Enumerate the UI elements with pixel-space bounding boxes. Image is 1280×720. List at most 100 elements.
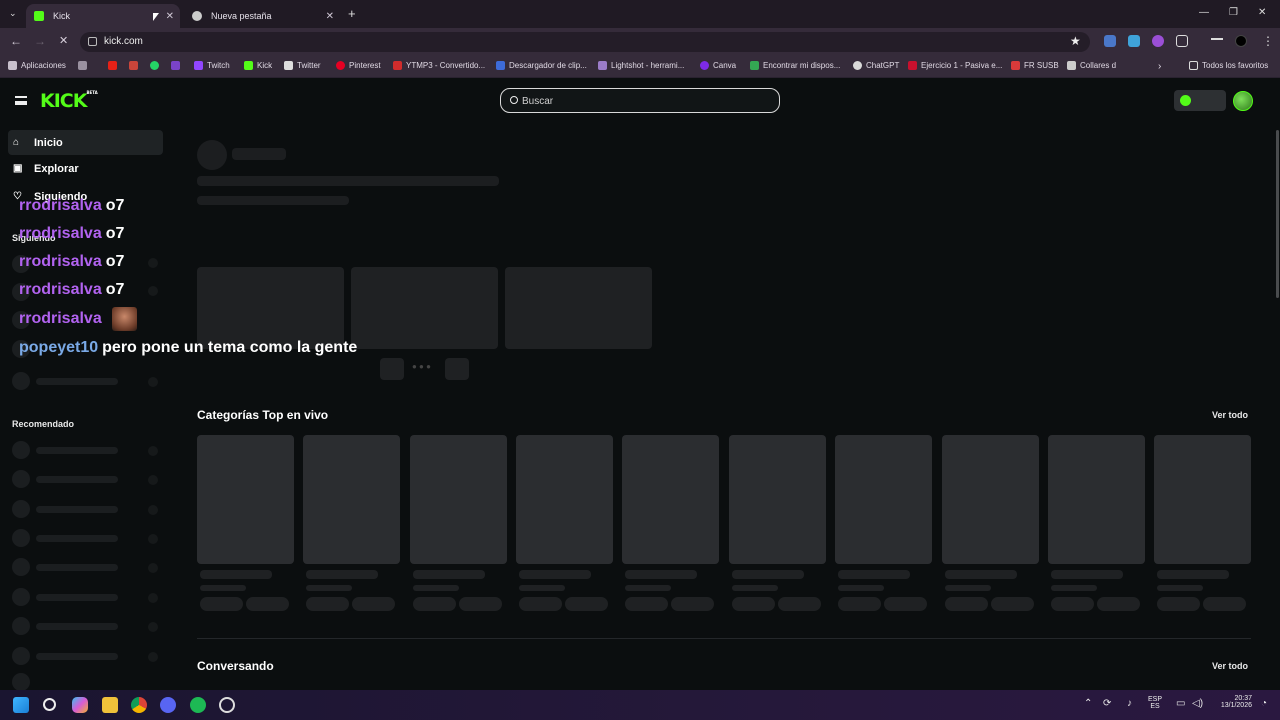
stop-loading-icon[interactable]: ✕	[59, 34, 68, 47]
back-arrow-icon[interactable]: ←	[10, 34, 22, 48]
chat-message: rrodrisalva	[19, 310, 106, 328]
minimize-icon[interactable]: —	[1199, 7, 1209, 18]
category-card-skeleton[interactable]	[1154, 435, 1251, 564]
network-icon[interactable]: ▭	[1176, 698, 1185, 709]
media-controls-icon[interactable]	[1211, 38, 1223, 46]
sync-icon[interactable]: ⟳	[1103, 698, 1111, 709]
bookmark-star-icon[interactable]: ★	[1070, 34, 1081, 48]
bookmark-ytmp3[interactable]: YTMP3 - Convertido...	[393, 61, 485, 70]
bookmark-youtube-icon[interactable]	[108, 61, 121, 70]
bookmark-kick[interactable]: Kick	[244, 61, 272, 70]
category-card-skeleton[interactable]	[622, 435, 719, 564]
user-avatar[interactable]	[1233, 91, 1253, 111]
hamburger-menu-icon[interactable]	[15, 96, 27, 105]
bookmark-collares[interactable]: Collares d	[1067, 61, 1116, 70]
bookmark-fr-susb[interactable]: FR SUSB	[1011, 61, 1059, 70]
tray-chevron-icon[interactable]: ⌃	[1084, 698, 1092, 709]
user-menu-pill[interactable]	[1174, 90, 1226, 111]
system-clock[interactable]: 20:37 13/1/2026	[1206, 695, 1252, 709]
category-viewers-skeleton	[625, 585, 671, 591]
category-card-skeleton[interactable]	[729, 435, 826, 564]
notification-bell-icon[interactable]: ◔	[1261, 698, 1267, 709]
bookmark-label: Encontrar mi dispos...	[763, 61, 841, 70]
spotify-icon[interactable]	[190, 697, 206, 713]
featured-thumb-skeleton	[197, 267, 344, 349]
category-card-skeleton[interactable]	[516, 435, 613, 564]
chat-message: rrodrisalva o7	[19, 281, 124, 299]
bookmark-ejercicio[interactable]: Ejercicio 1 - Pasiva e...	[908, 61, 1002, 70]
close-tab-icon[interactable]: ✕	[326, 11, 334, 22]
category-tag-skeleton	[1051, 597, 1094, 611]
address-bar[interactable]: kick.com ★	[80, 32, 1090, 52]
category-card-skeleton[interactable]	[303, 435, 400, 564]
bookmark-twitter[interactable]: Twitter	[284, 61, 321, 70]
bookmark-pinterest[interactable]: Pinterest	[336, 61, 381, 70]
page-scrollbar-thumb[interactable]	[1276, 130, 1279, 298]
channel-skeleton-name	[36, 506, 118, 513]
tab-new-tab[interactable]: Nueva pestaña ✕	[184, 4, 340, 28]
extension-icon[interactable]	[1152, 35, 1164, 47]
channel-skeleton-name	[36, 378, 118, 385]
category-card-skeleton[interactable]	[942, 435, 1039, 564]
tab-search-icon[interactable]: ⌄	[9, 8, 17, 19]
carousel-next-button[interactable]	[445, 358, 469, 380]
browser-menu-icon[interactable]: ⋮	[1262, 34, 1274, 48]
file-explorer-icon[interactable]	[102, 697, 118, 713]
carousel-prev-button[interactable]	[380, 358, 404, 380]
kick-logo[interactable]: KICKBETA	[40, 90, 98, 112]
copilot-icon[interactable]	[72, 697, 88, 713]
search-icon[interactable]	[43, 698, 56, 711]
microphone-icon[interactable]: ♪	[1127, 698, 1132, 709]
bookmark-chatgpt[interactable]: ChatGPT	[853, 61, 899, 70]
category-tag-skeleton	[671, 597, 714, 611]
category-card-skeleton[interactable]	[197, 435, 294, 564]
category-card-skeleton[interactable]	[835, 435, 932, 564]
input-language[interactable]: ESP ES	[1146, 696, 1164, 710]
search-input[interactable]	[522, 93, 762, 109]
extensions-puzzle-icon[interactable]	[1176, 35, 1188, 47]
site-info-icon[interactable]	[88, 37, 97, 46]
bookmarks-overflow-chevron-icon[interactable]: ›	[1158, 61, 1161, 72]
chat-username: rrodrisalva	[19, 310, 102, 327]
search-bar[interactable]	[500, 88, 780, 113]
new-tab-plus-icon[interactable]: +	[348, 6, 356, 21]
channel-skeleton-name	[36, 623, 118, 630]
nav-inicio[interactable]: ⌂ Inicio	[8, 130, 163, 155]
category-card-skeleton[interactable]	[410, 435, 507, 564]
bookmark-whatsapp-icon[interactable]	[150, 61, 163, 70]
bookmark-mastodon-icon[interactable]	[171, 61, 184, 70]
channel-skeleton-dot	[148, 258, 158, 268]
bookmark-canva[interactable]: Canva	[700, 61, 736, 70]
close-tab-icon[interactable]: ✕	[166, 11, 174, 22]
discord-icon[interactable]	[160, 697, 176, 713]
chat-text: o7	[105, 281, 125, 298]
category-card-skeleton[interactable]	[1048, 435, 1145, 564]
forward-arrow-icon[interactable]: →	[34, 34, 46, 48]
channel-skeleton-dot	[148, 563, 158, 573]
chrome-icon[interactable]	[131, 697, 147, 713]
extension-icon[interactable]	[1128, 35, 1140, 47]
channel-skeleton-avatar	[12, 617, 30, 635]
obs-icon[interactable]	[219, 697, 235, 713]
bookmark-twitch[interactable]: Twitch	[194, 61, 230, 70]
profile-avatar-icon[interactable]	[1235, 35, 1247, 47]
bookmark-clip-downloader[interactable]: Descargador de clip...	[496, 61, 587, 70]
maximize-icon[interactable]: ❐	[1229, 7, 1238, 18]
translate-extension-icon[interactable]	[1104, 35, 1116, 47]
channel-skeleton-avatar	[12, 470, 30, 488]
bookmark-find-device[interactable]: Encontrar mi dispos...	[750, 61, 840, 70]
bookmark-lightshot[interactable]: Lightshot - herrami...	[598, 61, 684, 70]
windows-start-icon[interactable]	[13, 697, 29, 713]
bookmark-all-favorites[interactable]: Todos los favoritos	[1189, 61, 1268, 70]
bookmark-gmail-icon[interactable]	[129, 61, 142, 70]
ver-todo-link[interactable]: Ver todo	[1212, 661, 1248, 671]
close-window-icon[interactable]: ✕	[1258, 7, 1266, 18]
nav-explorar[interactable]: ▣ Explorar	[8, 156, 163, 181]
category-viewers-skeleton	[945, 585, 991, 591]
volume-icon[interactable]: ◁)	[1192, 698, 1203, 709]
category-tag-skeleton	[459, 597, 502, 611]
bookmark-grid-icon[interactable]	[78, 61, 91, 70]
bookmark-label: Collares d	[1080, 61, 1117, 70]
ver-todo-link[interactable]: Ver todo	[1212, 410, 1248, 420]
bookmark-apps[interactable]: Aplicaciones	[8, 61, 66, 70]
